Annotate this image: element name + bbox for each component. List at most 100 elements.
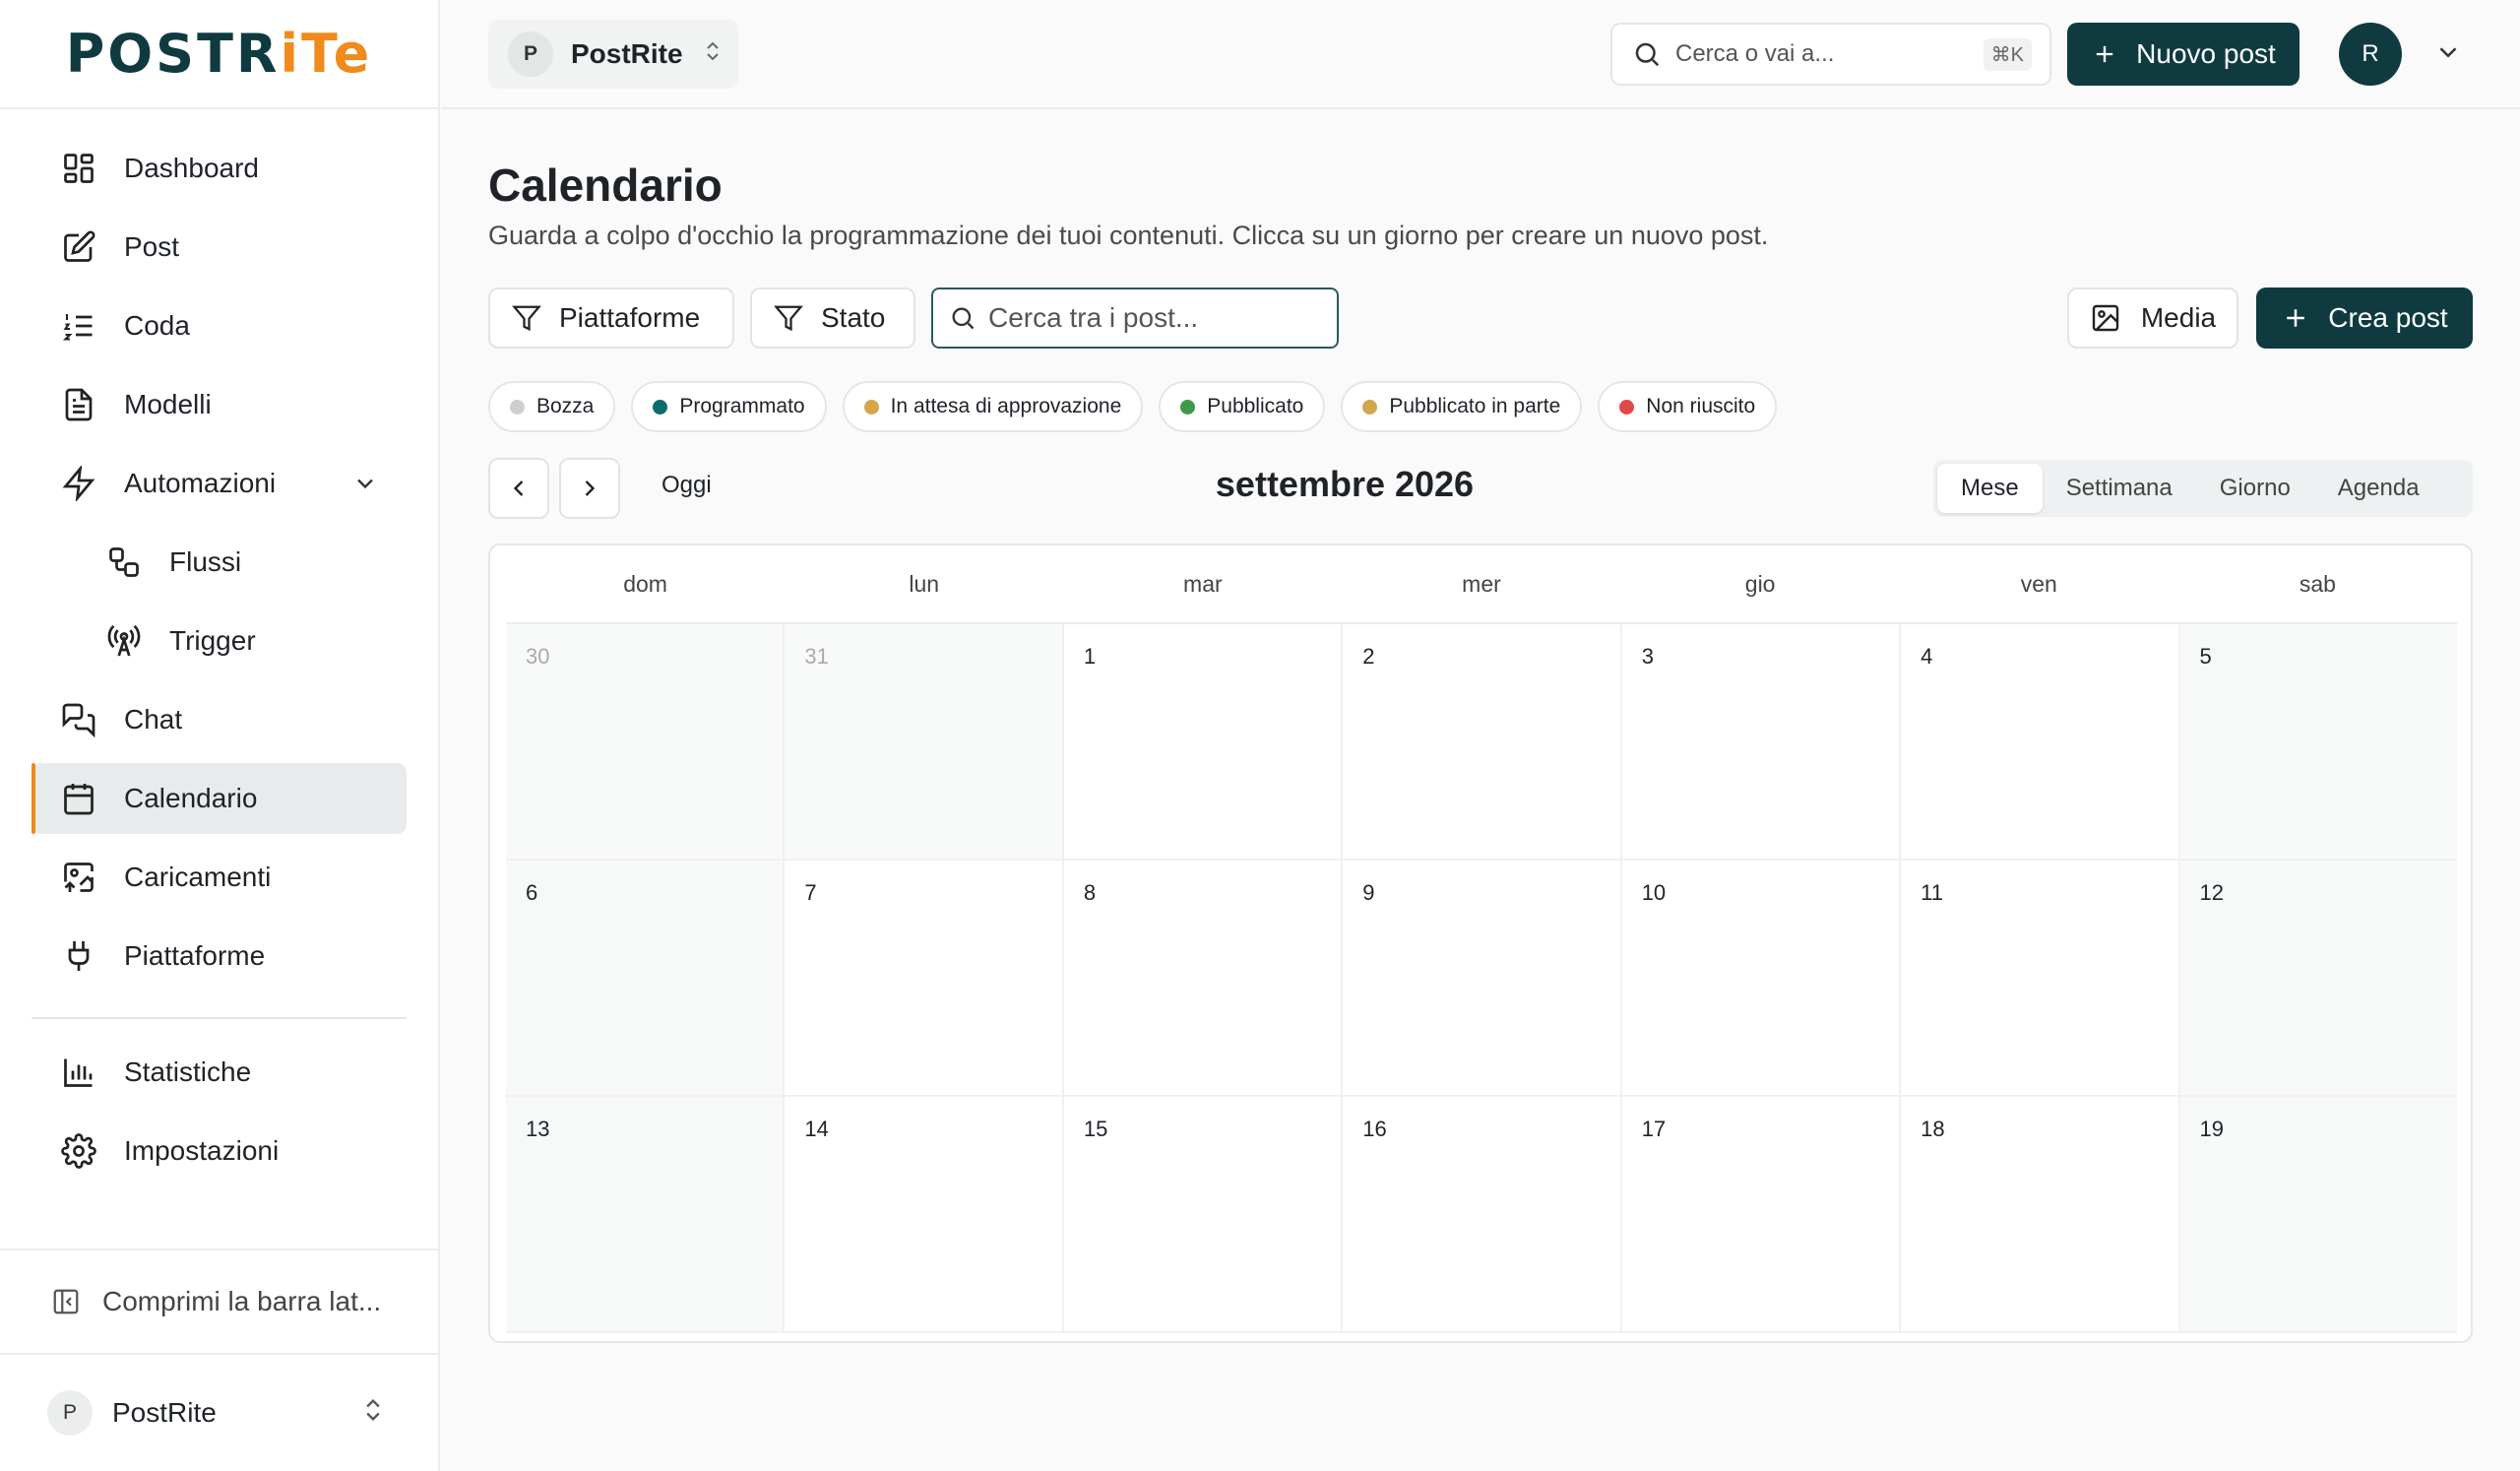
calendar-day[interactable]: 11 (1901, 861, 2180, 1095)
calendar-day[interactable]: 16 (1343, 1097, 1622, 1331)
sidebar-item-automazioni[interactable]: Automazioni (32, 448, 407, 519)
sidebar-item-calendario[interactable]: Calendario (32, 763, 407, 834)
legend-label: Pubblicato (1207, 395, 1304, 417)
legend-chip[interactable]: Non riuscito (1598, 381, 1778, 432)
view-agenda-tab[interactable]: Agenda (2314, 464, 2443, 513)
calendar-day[interactable]: 7 (785, 861, 1064, 1095)
chevrons-up-down-icon (701, 38, 724, 70)
legend-chip[interactable]: Programmato (631, 381, 827, 432)
page-title: Calendario (488, 160, 723, 211)
workspace-switcher-bottom[interactable]: P PostRite (0, 1353, 438, 1471)
filter-icon (774, 303, 803, 333)
calendar-day[interactable]: 9 (1343, 861, 1622, 1095)
workspace-name: PostRite (571, 38, 683, 69)
calendar-day[interactable]: 5 (2179, 624, 2457, 859)
status-dot (510, 399, 525, 415)
legend-label: Non riuscito (1646, 395, 1756, 417)
sidebar-item-modelli[interactable]: Modelli (32, 369, 407, 440)
weekday-label: sab (2299, 570, 2336, 597)
sidebar-item-statistiche[interactable]: Statistiche (32, 1037, 407, 1108)
sidebar-item-chat[interactable]: Chat (32, 684, 407, 755)
calendar-day[interactable]: 18 (1901, 1097, 2180, 1331)
sidebar-item-label: Trigger (169, 625, 256, 656)
sidebar-item-flussi[interactable]: Flussi (32, 527, 407, 598)
weekday-label: ven (2020, 570, 2057, 597)
calendar-day[interactable]: 12 (2179, 861, 2457, 1095)
status-dot (653, 399, 668, 415)
platforms-filter-button[interactable]: Piattaforme (488, 288, 734, 349)
sidebar-item-dashboard[interactable]: Dashboard (32, 133, 407, 204)
weekday-header: dom lun mar mer gio ven sab (506, 545, 2457, 624)
day-number: 9 (1362, 880, 1375, 905)
sidebar-item-impostazioni[interactable]: Impostazioni (32, 1116, 407, 1186)
media-label: Media (2140, 302, 2217, 333)
sidebar-item-caricamenti[interactable]: Caricamenti (32, 842, 407, 913)
calendar-day[interactable]: 14 (785, 1097, 1064, 1331)
chevron-down-icon[interactable] (2433, 37, 2463, 72)
day-number: 5 (2199, 644, 2212, 669)
file-text-icon (59, 385, 98, 424)
gear-icon (59, 1131, 98, 1171)
sidebar-item-piattaforme[interactable]: Piattaforme (32, 921, 407, 991)
legend-chip[interactable]: In attesa di approvazione (842, 381, 1144, 432)
weekday-label: dom (623, 570, 667, 597)
calendar-day[interactable]: 4 (1901, 624, 2180, 859)
day-number: 31 (804, 644, 829, 669)
sidebar: POSTRiTe Dashboard Post Coda Modelli Aut… (0, 0, 440, 1471)
sidebar-item-trigger[interactable]: Trigger (32, 606, 407, 676)
post-search-input[interactable] (988, 302, 1323, 334)
media-button[interactable]: Media (2067, 288, 2238, 349)
post-search[interactable] (931, 288, 1339, 349)
brand-logo[interactable]: POSTRiTe (66, 23, 373, 85)
list-ordered-icon (59, 306, 98, 346)
sidebar-item-label: Automazioni (124, 468, 277, 498)
calendar-toolbar: Oggi settembre 2026 Mese Settimana Giorn… (488, 456, 2473, 519)
legend-chip[interactable]: Bozza (488, 381, 616, 432)
calendar-day[interactable]: 6 (506, 861, 786, 1095)
sidebar-item-label: Modelli (124, 389, 212, 419)
workflow-icon (104, 543, 144, 582)
legend-chip[interactable]: Pubblicato in parte (1341, 381, 1583, 432)
calendar-week: 13 14 15 16 17 18 19 (506, 1097, 2457, 1333)
weekday-label: lun (909, 570, 940, 597)
sidebar-item-coda[interactable]: Coda (32, 290, 407, 361)
calendar-icon (59, 779, 98, 818)
user-avatar[interactable]: R (2339, 23, 2402, 86)
day-number: 1 (1083, 644, 1097, 669)
day-number: 13 (526, 1117, 550, 1141)
workspace-switcher[interactable]: P PostRite (488, 20, 738, 89)
calendar-day[interactable]: 3 (1622, 624, 1902, 859)
calendar-day[interactable]: 10 (1622, 861, 1902, 1095)
chevron-down-icon[interactable] (351, 470, 379, 504)
sidebar-item-label: Post (124, 231, 180, 262)
sidebar-item-label: Impostazioni (124, 1135, 280, 1166)
sidebar-collapse-icon (51, 1287, 81, 1316)
status-filter-label: Stato (821, 302, 886, 333)
calendar-day[interactable]: 31 (785, 624, 1064, 859)
calendar-day[interactable]: 15 (1064, 1097, 1344, 1331)
calendar-day[interactable]: 1 (1064, 624, 1344, 859)
sidebar-item-post[interactable]: Post (32, 212, 407, 283)
sidebar-footer: Comprimi la barra lat... P PostRite (0, 1248, 438, 1471)
calendar-day[interactable]: 2 (1343, 624, 1622, 859)
view-month-tab[interactable]: Mese (1937, 464, 2043, 513)
calendar-day[interactable]: 13 (506, 1097, 786, 1331)
calendar-day[interactable]: 19 (2179, 1097, 2457, 1331)
global-search-placeholder: Cerca o vai a... (1675, 40, 1835, 67)
status-dot (1362, 399, 1378, 415)
legend-label: Pubblicato in parte (1389, 395, 1561, 417)
day-number: 4 (1921, 644, 1933, 669)
view-week-tab[interactable]: Settimana (2043, 464, 2196, 513)
collapse-sidebar-button[interactable]: Comprimi la barra lat... (0, 1248, 438, 1353)
status-filter-button[interactable]: Stato (750, 288, 915, 349)
calendar-day[interactable]: 17 (1622, 1097, 1902, 1331)
new-post-button[interactable]: Nuovo post (2067, 23, 2300, 86)
calendar-day[interactable]: 30 (506, 624, 786, 859)
calendar-day[interactable]: 8 (1064, 861, 1344, 1095)
plug-icon (59, 936, 98, 976)
legend-chip[interactable]: Pubblicato (1159, 381, 1326, 432)
day-number: 11 (1921, 880, 1943, 905)
global-search[interactable]: Cerca o vai a... ⌘K (1610, 23, 2051, 86)
view-day-tab[interactable]: Giorno (2196, 464, 2314, 513)
create-post-button[interactable]: Crea post (2256, 288, 2473, 349)
